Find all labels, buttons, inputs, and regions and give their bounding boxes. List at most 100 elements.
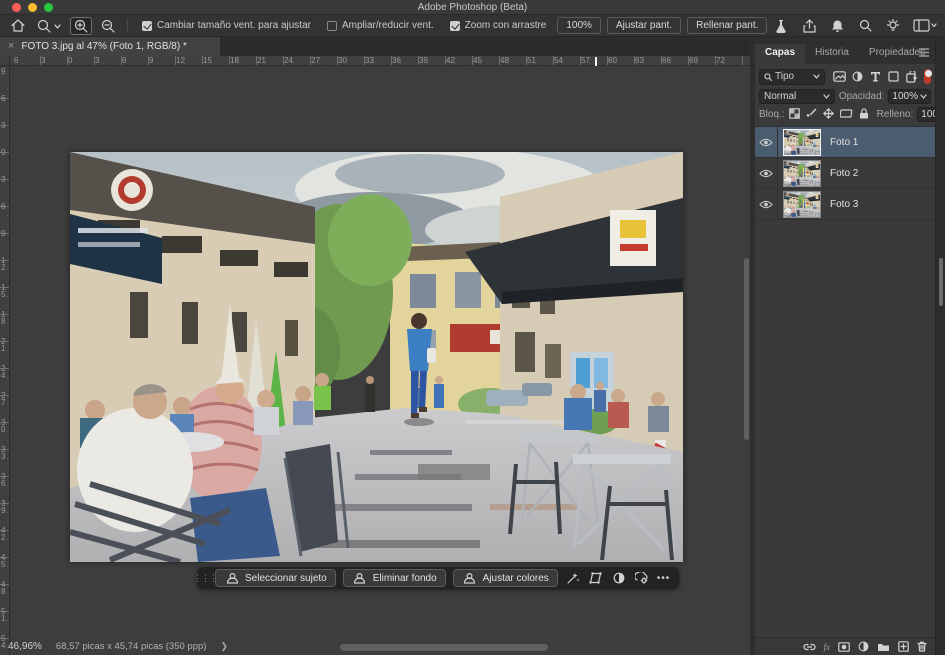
ruler-corner[interactable]	[0, 56, 10, 66]
filter-shape-layers-icon[interactable]	[885, 69, 902, 85]
checkbox-box[interactable]	[327, 21, 337, 31]
document-tab-bar: × FOTO 3.jpg al 47% (Foto 1, RGB/8) *	[0, 37, 755, 56]
layer-row[interactable]: Foto 2	[755, 158, 935, 189]
ruler-tick-label: 18	[230, 56, 257, 65]
checkbox-box[interactable]	[450, 21, 460, 31]
filter-adjustment-layers-icon[interactable]	[849, 69, 866, 85]
delete-layer-trash-icon[interactable]	[917, 640, 927, 654]
photoshop-window: Adobe Photoshop (Beta) Cambiar tamaño ve…	[0, 0, 945, 655]
share-icon[interactable]	[801, 18, 817, 34]
add-mask-icon[interactable]	[838, 640, 850, 654]
panel-menu-icon[interactable]	[919, 48, 929, 60]
checkbox-box[interactable]	[142, 21, 152, 31]
panel-tab[interactable]: Historia	[805, 44, 859, 64]
ruler-tick-label: 9	[1, 68, 7, 95]
search-icon[interactable]	[857, 18, 873, 34]
document-tab[interactable]: × FOTO 3.jpg al 47% (Foto 1, RGB/8) *	[0, 37, 220, 56]
titlebar: Adobe Photoshop (Beta)	[0, 0, 945, 15]
vertical-ruler[interactable]: 9630369121518212427303336394245485154	[0, 66, 10, 655]
layer-visibility-toggle[interactable]	[755, 158, 778, 188]
filter-type-layers-icon[interactable]	[867, 69, 884, 85]
notifications-bell-icon[interactable]	[829, 18, 845, 34]
filter-smart-objects-icon[interactable]	[903, 69, 920, 85]
new-adjustment-layer-icon[interactable]	[858, 640, 869, 654]
workspace-switcher-icon[interactable]	[913, 18, 937, 34]
opacity-label: Opacidad:	[839, 91, 885, 102]
horizontal-ruler[interactable]: 6303691215182124273033363942454851545760…	[10, 56, 755, 66]
status-bar: 46,96% 68,57 picas x 45,74 picas (350 pp…	[0, 637, 340, 655]
harmonize-settings-icon[interactable]	[634, 572, 650, 584]
layer-visibility-toggle[interactable]	[755, 189, 778, 219]
fit-screen-button[interactable]: Ajustar pant.	[607, 17, 681, 34]
zoom-percентage-field[interactable]: 100%	[557, 17, 601, 34]
tab-title: FOTO 3.jpg al 47% (Foto 1, RGB/8) *	[21, 41, 186, 52]
discover-lightbulb-icon[interactable]	[885, 18, 901, 34]
panel-scrollbar[interactable]	[939, 258, 943, 306]
ruler-tick-label: 33	[365, 56, 392, 65]
layer-thumbnail[interactable]	[783, 160, 821, 187]
lock-artboard-nesting-icon[interactable]	[840, 108, 853, 122]
lock-position-move-icon[interactable]	[823, 108, 834, 122]
panel-tab[interactable]: Capas	[755, 44, 805, 64]
layer-name[interactable]: Foto 1	[830, 137, 858, 148]
fill-screen-button[interactable]: Rellenar pant.	[687, 17, 767, 34]
lock-all-icon[interactable]	[859, 108, 869, 122]
ruler-tick-label: 48	[500, 56, 527, 65]
new-group-folder-icon[interactable]	[877, 640, 890, 654]
ruler-tick-label: 0	[1, 149, 7, 176]
beta-flask-icon[interactable]	[773, 18, 789, 34]
lock-pixels-brush-icon[interactable]	[806, 108, 817, 122]
vertical-scrollbar[interactable]	[744, 258, 749, 440]
zoom-tool-icon[interactable]	[34, 18, 64, 34]
blend-mode-select[interactable]: Normal	[759, 89, 835, 104]
layer-thumbnail[interactable]	[783, 191, 821, 218]
generative-wand-icon[interactable]	[565, 572, 581, 585]
layer-row[interactable]: Foto 1	[755, 127, 935, 158]
right-edge-strip	[935, 37, 945, 655]
ruler-tick-label: 6	[14, 56, 41, 65]
home-icon[interactable]	[8, 18, 28, 34]
tab-close-icon[interactable]: ×	[8, 41, 14, 52]
search-icon	[764, 73, 772, 81]
eye-icon	[759, 200, 773, 209]
taskbar-button-icon	[462, 572, 478, 584]
taskbar-button[interactable]: Ajustar colores	[453, 569, 558, 587]
new-layer-icon[interactable]	[898, 640, 909, 654]
layer-visibility-toggle[interactable]	[755, 127, 778, 157]
ruler-tick-label: 9	[1, 230, 7, 257]
close-window-button[interactable]	[12, 3, 21, 12]
filter-pixel-layers-icon[interactable]	[831, 69, 848, 85]
ruler-tick-label: 51	[1, 608, 7, 635]
option-checkbox[interactable]: Zoom con arrastre	[450, 20, 547, 31]
status-zoom-level[interactable]: 46,96%	[8, 641, 42, 652]
layer-row[interactable]: Foto 3	[755, 189, 935, 220]
ruler-tick-label: 42	[1, 527, 7, 554]
taskbar-button[interactable]: Eliminar fondo	[343, 569, 446, 587]
link-layers-icon[interactable]	[803, 640, 816, 654]
document-canvas-image[interactable]	[70, 152, 683, 562]
panel-tab-strip: CapasHistoriaPropiedades	[755, 37, 935, 64]
taskbar-button[interactable]: Seleccionar sujeto	[215, 569, 336, 587]
layer-thumbnail[interactable]	[783, 129, 821, 156]
zoom-in-tool-button[interactable]	[70, 17, 92, 35]
taskbar-drag-handle[interactable]: ⋮⋮⋮	[202, 576, 208, 580]
adjustments-icon[interactable]	[611, 572, 627, 584]
status-menu-chevron-icon[interactable]: ❯	[220, 641, 228, 652]
fill-label: Relleno:	[877, 109, 914, 120]
ruler-tick-label: 3	[95, 56, 122, 65]
horizontal-scrollbar[interactable]	[340, 644, 548, 651]
option-checkbox[interactable]: Cambiar tamaño vent. para ajustar	[142, 20, 311, 31]
zoom-window-button[interactable]	[44, 3, 53, 12]
opacity-value[interactable]: 100%	[888, 89, 931, 104]
zoom-out-tool-button[interactable]	[98, 18, 118, 34]
filter-on-off-toggle[interactable]	[924, 69, 931, 84]
filter-kind-select[interactable]: Tipo	[759, 69, 825, 85]
lock-transparency-icon[interactable]	[789, 108, 800, 122]
layer-name[interactable]: Foto 2	[830, 168, 858, 179]
layer-name[interactable]: Foto 3	[830, 199, 858, 210]
taskbar-more-icon[interactable]: •••	[657, 573, 671, 584]
option-checkbox[interactable]: Ampliar/reducir vent.	[327, 20, 434, 31]
minimize-window-button[interactable]	[28, 3, 37, 12]
layer-style-fx-icon[interactable]: fx	[824, 640, 831, 654]
transform-icon[interactable]	[588, 572, 604, 584]
